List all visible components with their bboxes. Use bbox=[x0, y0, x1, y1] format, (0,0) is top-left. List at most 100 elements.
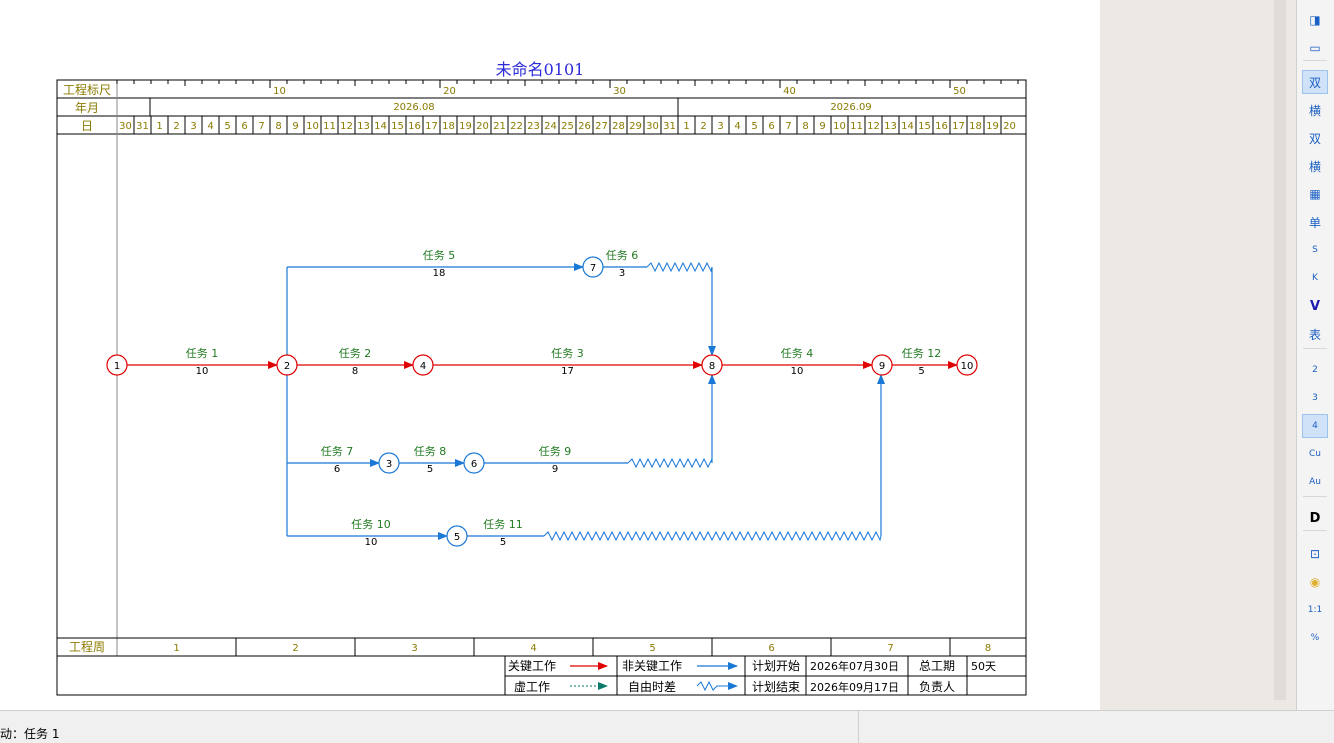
au-icon: Au bbox=[1309, 477, 1321, 487]
cu-button[interactable]: Cu bbox=[1302, 442, 1328, 466]
day-label: 11 bbox=[850, 121, 863, 132]
task-name: 任务 1 bbox=[186, 347, 219, 360]
level-4-icon: 4 bbox=[1312, 421, 1318, 431]
day-label: 19 bbox=[986, 121, 999, 132]
horizontal-icon: 横 bbox=[1308, 103, 1321, 118]
day-label: 16 bbox=[935, 121, 948, 132]
day-label: 26 bbox=[578, 121, 591, 132]
task-name: 任务 5 bbox=[423, 249, 456, 262]
task-duration: 10 bbox=[791, 366, 804, 377]
ratio-button[interactable]: 1:1 bbox=[1302, 598, 1328, 622]
day-label: 14 bbox=[901, 121, 914, 132]
task-duration: 10 bbox=[365, 537, 378, 548]
cu-icon: Cu bbox=[1309, 449, 1321, 459]
percent-icon: % bbox=[1310, 633, 1320, 643]
level-2-icon: 2 bbox=[1312, 365, 1318, 375]
network-diagram[interactable]: 工程标尺年月日10 20 30 40 502026.08 2026.0930 31 1 2 3 4 5… bbox=[0, 0, 1100, 710]
day-label: 5 bbox=[224, 121, 230, 132]
au-button[interactable]: Au bbox=[1302, 470, 1328, 494]
plan-start-value: 2026年07月30日 bbox=[810, 659, 899, 673]
day-label: 1 bbox=[683, 121, 689, 132]
day-label: 4 bbox=[207, 121, 213, 132]
single-code-button[interactable]: 单 bbox=[1302, 210, 1328, 234]
legend-float-arrow bbox=[696, 680, 738, 692]
horizontal-button[interactable]: 横 bbox=[1302, 98, 1328, 122]
day-label: 31 bbox=[136, 121, 149, 132]
double-code-button[interactable]: 双 bbox=[1302, 70, 1328, 94]
comment-button[interactable]: ◉ bbox=[1302, 570, 1328, 594]
panel-bottom-button[interactable]: ▭ bbox=[1302, 36, 1328, 60]
s-button[interactable]: S bbox=[1302, 238, 1328, 262]
task-name: 任务 12 bbox=[902, 347, 942, 360]
comment-icon: ◉ bbox=[1309, 575, 1321, 589]
node-5-label: 5 bbox=[454, 532, 460, 543]
day-label: 30 bbox=[646, 121, 659, 132]
week-number: 8 bbox=[985, 643, 991, 654]
day-label: 24 bbox=[544, 121, 557, 132]
task-name: 任务 6 bbox=[606, 249, 639, 262]
horizontal-add-button[interactable]: 横 bbox=[1302, 154, 1328, 178]
task-duration: 5 bbox=[427, 464, 433, 475]
week-number: 1 bbox=[173, 643, 179, 654]
toolbar-separator bbox=[1303, 60, 1327, 61]
level-4-button[interactable]: 4 bbox=[1302, 414, 1328, 438]
plan-end-value: 2026年09月17日 bbox=[810, 680, 899, 694]
day-label: 17 bbox=[425, 121, 438, 132]
day-label: 1 bbox=[156, 121, 162, 132]
task-name: 任务 8 bbox=[414, 445, 447, 458]
single-code-icon: 单 bbox=[1308, 215, 1321, 230]
vertical-toolbar: ◨ ▭ 双横双横 ▦ 单 S K V 表 2 3 4 Cu Au D ⊡ ◉ 1:1% bbox=[1296, 0, 1334, 710]
percent-button[interactable]: % bbox=[1302, 626, 1328, 650]
day-label: 15 bbox=[918, 121, 931, 132]
header-scale-label: 工程标尺 bbox=[63, 82, 111, 97]
k-button[interactable]: K bbox=[1302, 266, 1328, 290]
day-label: 25 bbox=[561, 121, 574, 132]
task-duration: 5 bbox=[500, 537, 506, 548]
day-label: 4 bbox=[734, 121, 740, 132]
ruler-mark: 20 bbox=[443, 86, 456, 97]
node-4-label: 4 bbox=[420, 361, 426, 372]
day-label: 9 bbox=[292, 121, 298, 132]
day-label: 7 bbox=[785, 121, 791, 132]
task-duration: 18 bbox=[433, 268, 446, 279]
day-label: 8 bbox=[275, 121, 281, 132]
node-10-label: 10 bbox=[961, 361, 974, 372]
task-duration: 5 bbox=[918, 366, 924, 377]
panel-toggle-button[interactable]: ◨ bbox=[1302, 8, 1328, 32]
zoom-fit-button[interactable]: ⊡ bbox=[1302, 542, 1328, 566]
task-duration: 3 bbox=[619, 268, 625, 279]
level-2-button[interactable]: 2 bbox=[1302, 358, 1328, 382]
day-label: 3 bbox=[190, 121, 196, 132]
day-label: 20 bbox=[1003, 121, 1016, 132]
drawing-canvas[interactable]: 未命名0101 工程标尺 年月日 10 20 30 40 50 2026.08 2026.09 3… bbox=[0, 0, 1100, 710]
table-text-button[interactable]: 表 bbox=[1302, 322, 1328, 346]
panel-scroll-strip bbox=[1274, 0, 1286, 700]
day-label: 27 bbox=[595, 121, 608, 132]
day-label: 29 bbox=[629, 121, 642, 132]
v-button[interactable]: V bbox=[1302, 294, 1328, 318]
zoom-fit-icon: ⊡ bbox=[1309, 547, 1321, 561]
double-code-icon: 双 bbox=[1308, 75, 1321, 90]
d-button[interactable]: D bbox=[1302, 506, 1328, 530]
table-button[interactable]: ▦ bbox=[1302, 182, 1328, 206]
week-number: 6 bbox=[768, 643, 774, 654]
day-label: 17 bbox=[952, 121, 965, 132]
node-8-label: 8 bbox=[709, 361, 715, 372]
day-label: 12 bbox=[340, 121, 353, 132]
table-icon: ▦ bbox=[1309, 187, 1321, 201]
week-number: 5 bbox=[649, 643, 655, 654]
task-9-float bbox=[627, 457, 713, 469]
task-duration: 17 bbox=[561, 366, 574, 377]
day-label: 10 bbox=[833, 121, 846, 132]
s-icon: S bbox=[1312, 245, 1318, 255]
toolbar-separator bbox=[1303, 530, 1327, 531]
task-name: 任务 9 bbox=[539, 445, 572, 458]
level-3-button[interactable]: 3 bbox=[1302, 386, 1328, 410]
day-label: 6 bbox=[241, 121, 247, 132]
double-code-add-button[interactable]: 双 bbox=[1302, 126, 1328, 150]
legend-float-label: 自由时差 bbox=[628, 680, 676, 694]
week-number: 2 bbox=[292, 643, 298, 654]
day-label: 10 bbox=[306, 121, 319, 132]
day-label: 5 bbox=[751, 121, 757, 132]
day-label: 18 bbox=[969, 121, 982, 132]
